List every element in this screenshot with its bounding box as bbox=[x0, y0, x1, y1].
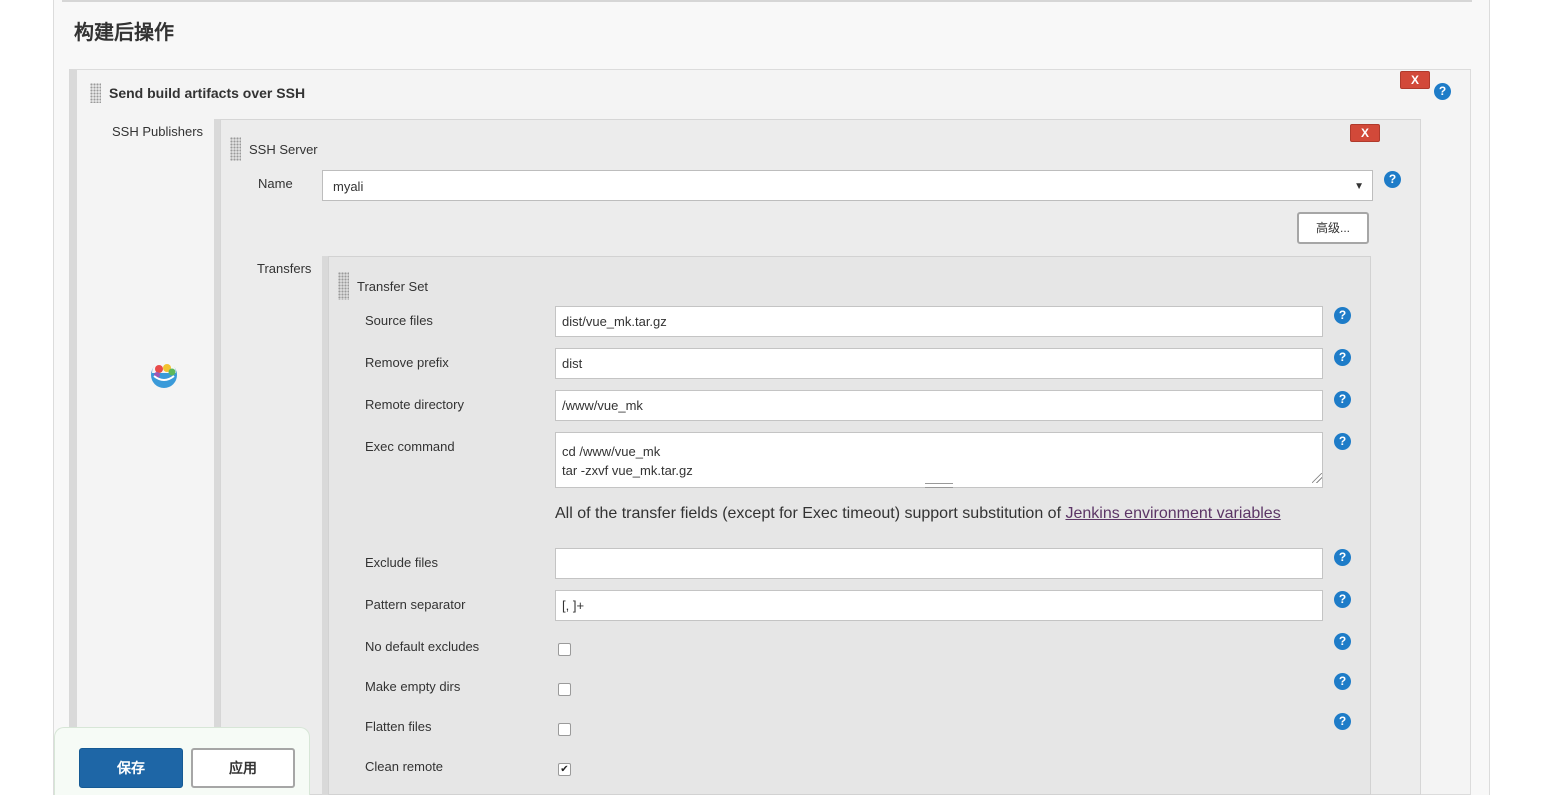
section-divider bbox=[62, 0, 1472, 2]
drag-handle-icon[interactable] bbox=[90, 83, 101, 103]
remove-prefix-help-icon[interactable]: ? bbox=[1334, 349, 1351, 366]
save-button[interactable]: 保存 bbox=[79, 748, 183, 788]
pattern-separator-label: Pattern separator bbox=[365, 597, 466, 612]
source-files-help-icon[interactable]: ? bbox=[1334, 307, 1351, 324]
remote-directory-input[interactable]: /www/vue_mk bbox=[555, 390, 1323, 421]
server-name-select[interactable]: myali ▼ bbox=[322, 170, 1373, 201]
pattern-separator-input[interactable]: [, ]+ bbox=[555, 590, 1323, 621]
ssh-publishers-label: SSH Publishers bbox=[112, 124, 204, 139]
env-variables-link[interactable]: Jenkins environment variables bbox=[1065, 505, 1280, 522]
substitution-note-text: All of the transfer fields (except for E… bbox=[555, 505, 1066, 522]
flatten-files-checkbox[interactable] bbox=[558, 723, 571, 736]
no-default-excludes-checkbox[interactable] bbox=[558, 643, 571, 656]
chevron-down-icon: ▼ bbox=[1354, 181, 1364, 192]
resize-handle-icon[interactable] bbox=[1312, 473, 1322, 483]
clean-remote-checkbox[interactable]: ✔ bbox=[558, 763, 571, 776]
make-empty-dirs-label: Make empty dirs bbox=[365, 679, 461, 694]
delete-server-button[interactable]: X bbox=[1350, 124, 1380, 142]
no-default-excludes-help-icon[interactable]: ? bbox=[1334, 633, 1351, 650]
transfer-set-title: Transfer Set bbox=[357, 279, 429, 294]
apply-button[interactable]: 应用 bbox=[191, 748, 295, 788]
source-files-input[interactable]: dist/vue_mk.tar.gz bbox=[555, 306, 1323, 337]
remote-directory-help-icon[interactable]: ? bbox=[1334, 391, 1351, 408]
exec-command-textarea[interactable]: cd /www/vue_mk tar -zxvf vue_mk.tar.gz bbox=[555, 432, 1323, 488]
no-default-excludes-label: No default excludes bbox=[365, 639, 480, 654]
section-title: 构建后操作 bbox=[74, 22, 174, 44]
exclude-files-help-icon[interactable]: ? bbox=[1334, 549, 1351, 566]
ssh-server-title: SSH Server bbox=[249, 142, 318, 157]
clean-remote-label: Clean remote bbox=[365, 759, 444, 774]
advanced-button[interactable]: 高级... bbox=[1297, 212, 1369, 244]
delete-step-button[interactable]: X bbox=[1400, 71, 1430, 89]
drag-handle-icon[interactable] bbox=[338, 272, 349, 300]
source-files-label: Source files bbox=[365, 313, 433, 328]
name-help-icon[interactable]: ? bbox=[1384, 171, 1401, 188]
flatten-files-help-icon[interactable]: ? bbox=[1334, 713, 1351, 730]
exclude-files-label: Exclude files bbox=[365, 555, 438, 570]
substitution-note: All of the transfer fields (except for E… bbox=[555, 505, 1281, 523]
remove-prefix-input[interactable]: dist bbox=[555, 348, 1323, 379]
avatar-icon bbox=[149, 360, 179, 390]
step-title: Send build artifacts over SSH bbox=[109, 85, 306, 101]
drag-handle-icon[interactable] bbox=[230, 137, 241, 161]
transfers-label: Transfers bbox=[257, 261, 312, 276]
remote-directory-label: Remote directory bbox=[365, 397, 464, 412]
server-name-value: myali bbox=[333, 179, 364, 194]
exec-command-label: Exec command bbox=[365, 439, 455, 454]
exec-command-help-icon[interactable]: ? bbox=[1334, 433, 1351, 450]
make-empty-dirs-checkbox[interactable] bbox=[558, 683, 571, 696]
flatten-files-label: Flatten files bbox=[365, 719, 432, 734]
exclude-files-input[interactable] bbox=[555, 548, 1323, 579]
make-empty-dirs-help-icon[interactable]: ? bbox=[1334, 673, 1351, 690]
pattern-separator-help-icon[interactable]: ? bbox=[1334, 591, 1351, 608]
textarea-drag-handle[interactable] bbox=[925, 483, 953, 488]
remove-prefix-label: Remove prefix bbox=[365, 355, 449, 370]
name-label: Name bbox=[258, 176, 293, 191]
step-help-icon[interactable]: ? bbox=[1434, 83, 1451, 100]
